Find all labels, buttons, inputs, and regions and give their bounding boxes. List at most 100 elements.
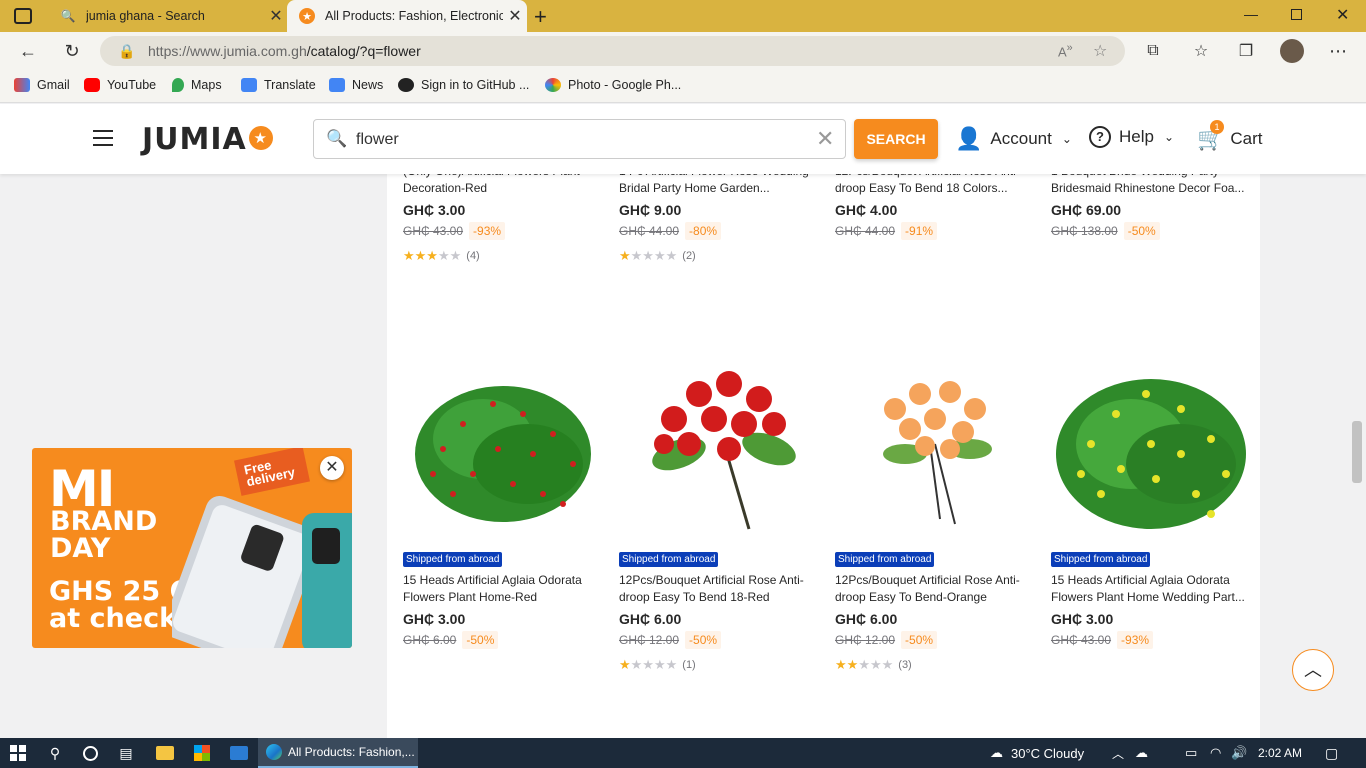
promo-banner[interactable]: MI BRAND DAY GHS 25 OFF at checkout Free de… [32,448,352,648]
read-aloud-icon[interactable]: A» [1058,42,1073,59]
product-card[interactable]: 1 Pc Artificial Flower Rose Wedding Brid… [619,163,819,264]
shipped-from-abroad-badge: Shipped from abroad [403,552,503,567]
product-image-orange-roses[interactable] [835,354,1035,539]
product-card[interactable]: 1 Bouquet Bride Wedding Party Bridesmaid… [1051,163,1251,240]
bookmark-youtube[interactable]: YouTube [84,78,156,92]
logo-star-icon: ★ [248,125,273,150]
wifi-icon[interactable]: ◠ [1210,744,1221,762]
bookmark-gmail[interactable]: Gmail [14,78,70,92]
close-tab-icon[interactable]: ✕ [503,6,527,26]
windows-start-icon[interactable] [10,744,26,762]
collections-icon[interactable]: ❐ [1235,40,1257,62]
lock-icon: 🔒 [118,43,136,59]
help-label: Help [1119,127,1154,146]
close-tab-icon[interactable]: ✕ [264,6,288,26]
cart-label: Cart [1230,129,1263,148]
volume-icon[interactable]: 🔊 [1231,744,1247,762]
search-icon[interactable]: ⚲ [46,744,64,762]
onedrive-icon[interactable]: ☁ [1135,744,1148,762]
product-old-price: GH₵ 44.00 [619,224,680,238]
bookmark-github[interactable]: Sign in to GitHub ... [398,78,529,92]
edge-icon [266,744,282,760]
tab-title: jumia ghana - Search [86,9,205,23]
chevron-down-icon: ⌄ [1163,130,1175,144]
tab-all-products[interactable]: ★ All Products: Fashion, Electronics ✕ [287,0,527,32]
mail-icon[interactable] [229,744,249,762]
account-menu[interactable]: 👤 Account ⌄ [955,126,1072,152]
review-count: (1) [682,659,696,671]
help-icon: ? [1089,126,1111,148]
product-image-red-berry-plant[interactable] [403,354,603,539]
search-input[interactable] [356,128,806,152]
profile-avatar[interactable] [1280,39,1304,63]
product-name: 15 Heads Artificial Aglaia Odorata Flowe… [1051,573,1245,604]
product-image-yellow-berry-plant[interactable] [1051,354,1251,539]
product-name: 12Pcs/Bouquet Artificial Rose Anti-droop… [835,573,1020,604]
scroll-to-top-button[interactable]: ︿ [1292,649,1334,691]
tab-jumia-search[interactable]: 🔍 jumia ghana - Search ✕ [48,0,288,32]
shipped-from-abroad-badge: Shipped from abroad [619,552,719,567]
battery-icon[interactable]: ▭ [1185,744,1197,762]
youtube-icon [84,78,100,92]
task-view-icon[interactable]: ▤ [117,744,135,762]
bookmark-google-photos[interactable]: Photo - Google Ph... [545,78,681,92]
taskbar-edge-app[interactable]: All Products: Fashion,... [258,738,418,768]
news-icon [329,78,345,92]
product-card[interactable]: (Only One)Artificial Flowers Plant Decor… [403,163,603,264]
file-explorer-icon[interactable] [155,744,175,762]
bookmark-translate[interactable]: Translate [241,78,316,92]
rating-stars: ★★ ★★★ (3) [835,657,912,672]
refresh-button[interactable]: ↻ [61,40,83,62]
product-catalog: (Only One)Artificial Flowers Plant Decor… [387,164,1260,738]
notifications-icon[interactable]: ▢ [1325,744,1338,762]
favorites-icon[interactable]: ☆ [1190,40,1212,62]
chevron-down-icon: ⌄ [1061,132,1072,146]
discount-badge: -93% [1117,631,1154,649]
cart-count-badge: 1 [1210,120,1224,134]
minimize-button[interactable]: — [1244,6,1258,22]
cortana-icon[interactable] [81,744,99,762]
jumia-logo[interactable]: JUMIA ★ [142,122,273,157]
bookmark-maps[interactable]: Maps [172,78,222,92]
product-card[interactable]: Shipped from abroad 12Pcs/Bouquet Artifi… [619,549,819,673]
product-card[interactable]: Shipped from abroad 15 Heads Artificial … [403,549,603,649]
hamburger-menu-icon[interactable] [93,130,113,146]
github-icon [398,78,414,92]
close-promo-button[interactable]: ✕ [320,456,344,480]
extensions-icon[interactable]: ⧉ [1142,40,1164,62]
clock[interactable]: 2:02 AM [1258,744,1302,762]
product-old-price: GH₵ 44.00 [835,224,896,238]
url-field[interactable]: 🔒 https://www.jumia.com.gh/catalog/?q=fl… [100,36,1125,66]
product-card[interactable]: Shipped from abroad 12Pcs/Bouquet Artifi… [835,549,1035,673]
restore-button[interactable] [1291,9,1302,20]
favorite-add-icon[interactable]: ☆ [1093,41,1107,61]
weather-text: 30°C Cloudy [1011,745,1085,761]
gmail-icon [14,78,30,92]
product-price: GH₵ 69.00 [1051,202,1122,218]
help-menu[interactable]: ? Help ⌄ [1089,126,1174,148]
cart-link[interactable]: 🛒 1 Cart [1197,120,1263,152]
bookmark-news[interactable]: News [329,78,383,92]
clear-search-icon[interactable]: ✕ [816,126,834,152]
cart-icon: 🛒 1 [1197,120,1225,151]
discount-badge: -50% [901,631,938,649]
search-button[interactable]: SEARCH [854,119,938,159]
close-window-button[interactable]: ✕ [1336,5,1349,25]
tab-actions-icon[interactable] [14,8,32,24]
scrollbar-thumb[interactable] [1352,421,1362,483]
more-menu-icon[interactable]: ⋯ [1327,40,1349,62]
product-image-red-roses[interactable] [619,354,819,539]
back-button[interactable]: ← [17,40,39,62]
weather-widget[interactable]: ☁ 30°C Cloudy [990,744,1084,762]
show-hidden-icons[interactable]: ︿ [1112,744,1124,762]
review-count: (2) [682,250,696,262]
discount-badge: -50% [685,631,722,649]
product-card[interactable]: 12Pcs/Bouquet Artificial Rose Anti-droop… [835,163,1035,240]
search-box: 🔍 ✕ [313,119,846,159]
bookmarks-bar: Gmail YouTube Maps Translate News Sign i… [0,70,1366,103]
rating-stars: ★ ★★★★ (2) [619,248,696,263]
product-card[interactable]: Shipped from abroad 15 Heads Artificial … [1051,549,1251,649]
new-tab-button[interactable]: + [534,4,547,30]
cloud-icon: ☁ [990,745,1003,760]
store-icon[interactable] [193,744,211,762]
